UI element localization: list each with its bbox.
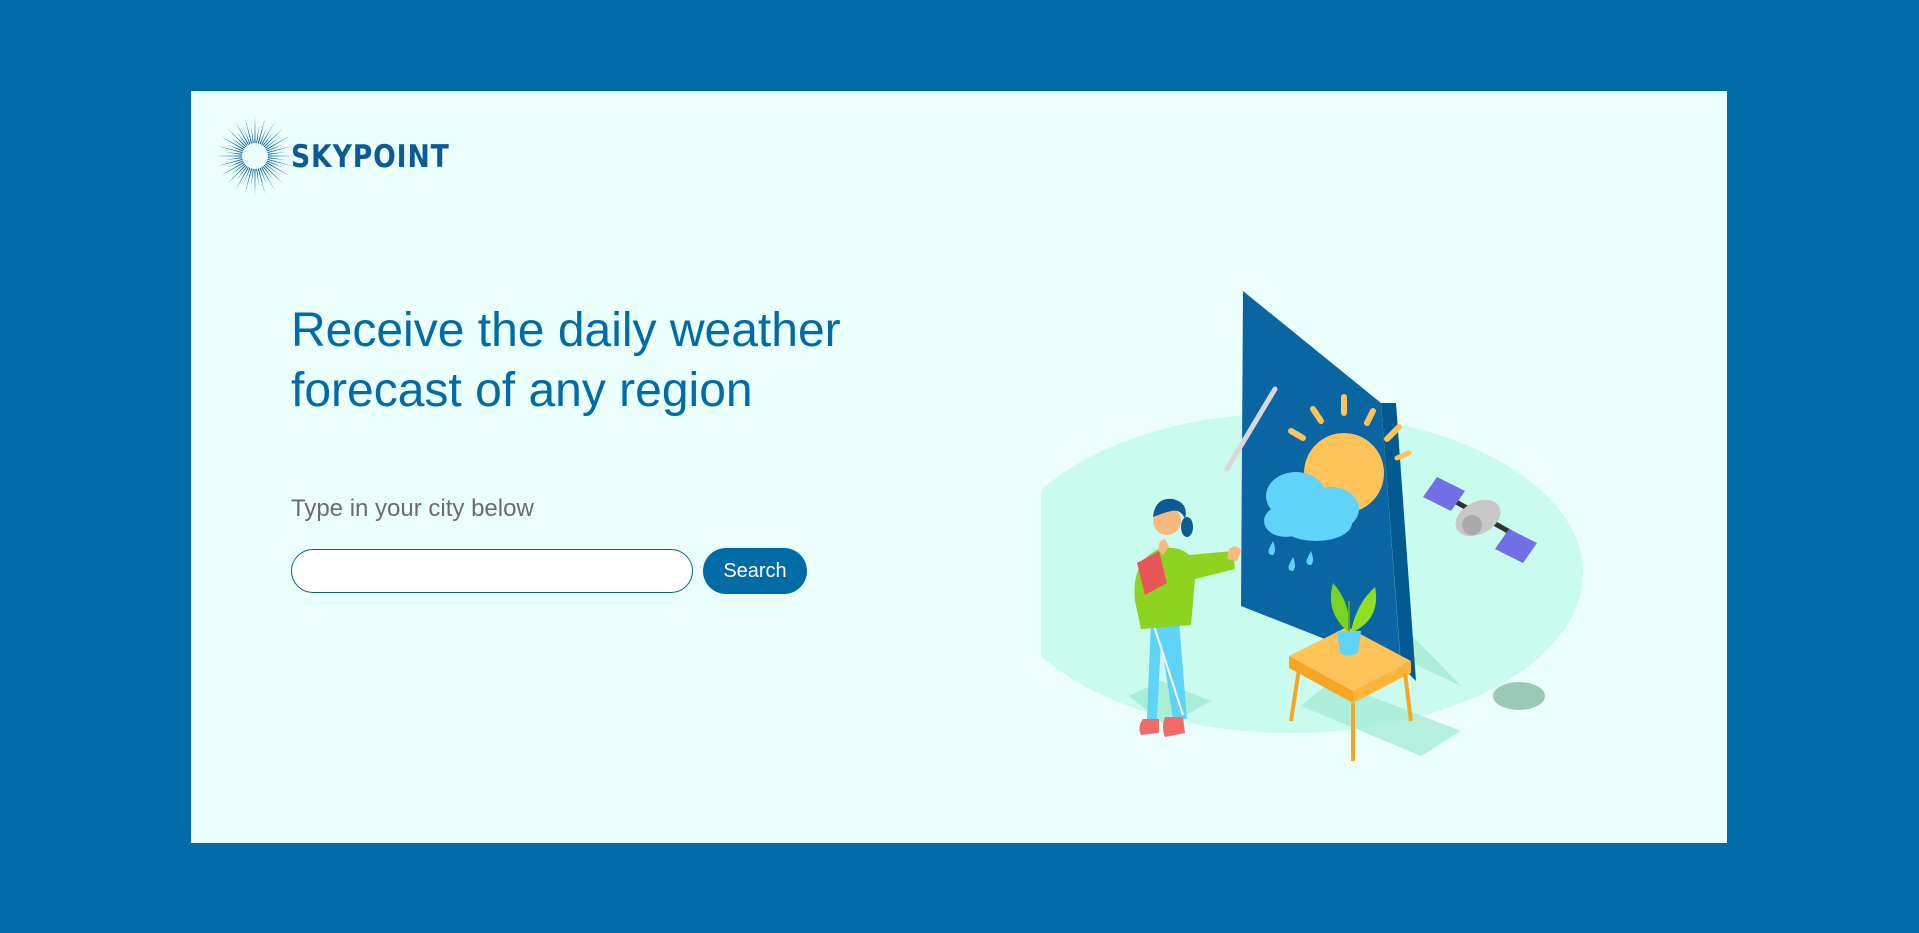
search-button[interactable]: Search	[703, 548, 807, 594]
floor-spot	[1493, 682, 1545, 710]
hero-title: Receive the daily weather forecast of an…	[291, 304, 841, 417]
city-hint-text: Type in your city below	[291, 495, 534, 522]
brand-name: SKYPOINT	[291, 138, 450, 175]
weather-presenter-illustration	[1041, 291, 1583, 761]
search-form: Search	[291, 548, 807, 594]
sunburst-logo-icon	[215, 116, 295, 196]
brand-logo[interactable]: SKYPOINT	[215, 109, 476, 204]
city-search-input[interactable]	[291, 549, 693, 593]
main-card: SKYPOINT Receive the daily weather forec…	[191, 91, 1727, 843]
